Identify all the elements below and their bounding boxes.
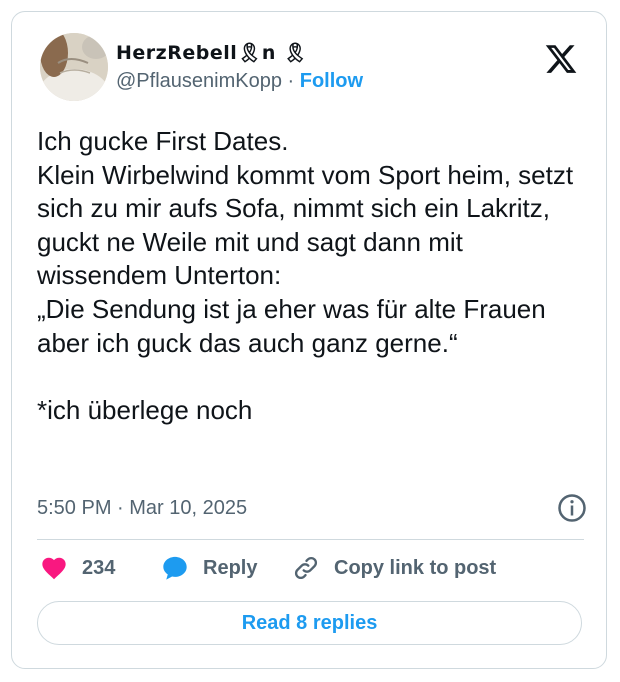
tweet-card: HerzRebell🎗n 🎗 @PflausenimKopp · Follow … [11,11,607,669]
heart-icon [42,557,66,580]
follow-button[interactable]: Follow [300,70,363,92]
copy-link-button[interactable]: Copy link to post [292,552,496,584]
like-button[interactable]: 234 [40,552,115,584]
like-count: 234 [82,556,116,579]
separator: · [287,70,295,92]
reply-button[interactable]: Reply [161,552,257,584]
avatar[interactable] [40,33,108,101]
handle-row: @PflausenimKopp · Follow [116,69,363,93]
avatar-photo [40,33,108,101]
tweet-text: Ich gucke First Dates. Klein Wirbelwind … [37,126,574,425]
author-block: HerzRebell🎗n 🎗 @PflausenimKopp · Follow [116,42,363,93]
x-logo-icon[interactable] [544,42,578,76]
link-icon [294,556,318,580]
action-bar: 234 Reply Copy link to post [40,552,586,584]
reply-label: Reply [203,556,258,579]
info-icon[interactable] [557,493,587,523]
divider [37,539,584,540]
tweet-header: HerzRebell🎗n 🎗 @PflausenimKopp · Follow [36,28,586,104]
copy-link-label: Copy link to post [334,556,497,579]
reply-bubble-icon [163,556,187,580]
timestamp[interactable]: 5:50 PM · Mar 10, 2025 [37,497,247,519]
display-name[interactable]: HerzRebell🎗n 🎗 [116,42,363,64]
read-replies-button[interactable]: Read 8 replies [37,601,582,645]
tweet-meta: 5:50 PM · Mar 10, 2025 [37,493,587,523]
author-handle[interactable]: @PflausenimKopp [116,70,282,92]
